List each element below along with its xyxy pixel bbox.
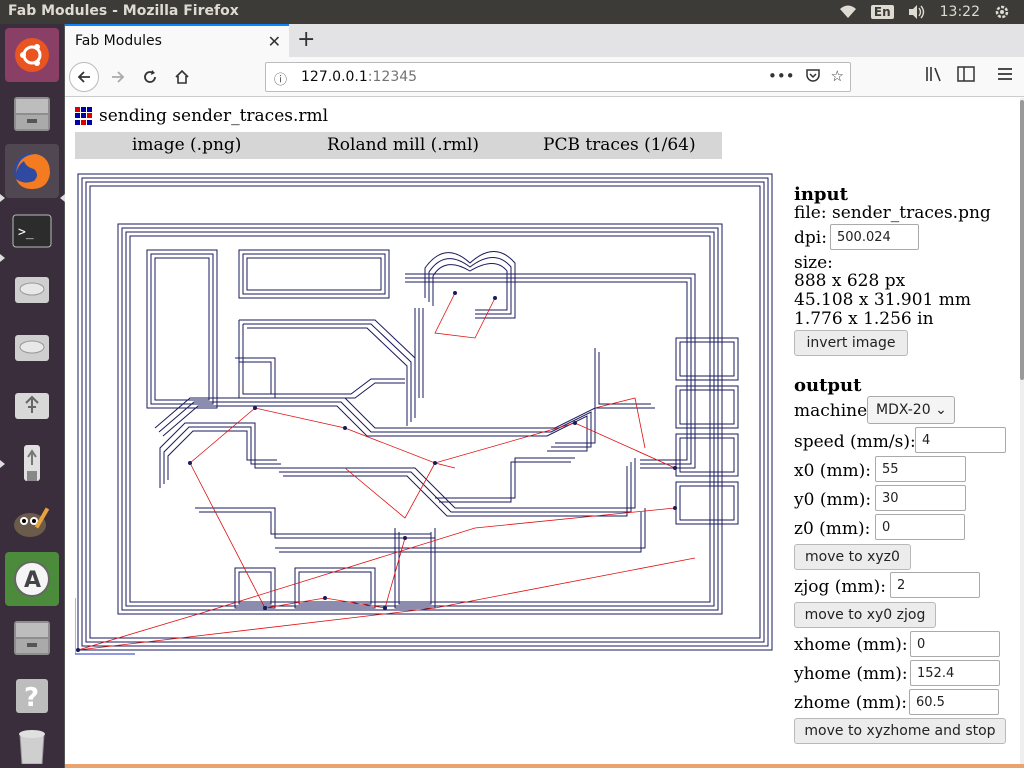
fab-logo-icon [75, 107, 93, 125]
size-px: 888 x 628 px [794, 271, 906, 291]
svg-text:A: A [24, 568, 41, 593]
bookmark-star-icon[interactable]: ☆ [831, 67, 844, 87]
url-text: 127.0.0.1:12345 [301, 69, 417, 85]
help-icon[interactable]: ? [5, 668, 59, 722]
tab-close-icon[interactable]: ✕ [268, 32, 281, 51]
site-info-icon[interactable]: ⓘ [274, 69, 287, 88]
move-to-xyzhome-button[interactable]: move to xyzhome and stop [794, 718, 1006, 744]
toolpath-preview [75, 173, 773, 655]
input-heading: input [794, 184, 848, 205]
chevron-down-icon: ⌄ [935, 402, 947, 418]
move-to-xyz0-button[interactable]: move to xyz0 [794, 544, 911, 570]
tab-bar: Fab Modules ✕ + [65, 24, 1024, 57]
sending-text: sending sender_traces.rml [99, 106, 329, 126]
firefox-window: Fab Modules ✕ + ⓘ 127.0.0.1:12345 ••• ☆ [65, 24, 1024, 768]
settings-panel: input file: sender_traces.png dpi: 500.0… [794, 98, 1020, 768]
dpi-input[interactable]: 500.024 [830, 224, 919, 250]
move-to-xy0-zjog-button[interactable]: move to xy0 zjog [794, 602, 936, 628]
clock[interactable]: 13:22 [940, 4, 980, 20]
y0-input[interactable]: 30 [875, 485, 966, 511]
page-scrollbar[interactable] [1020, 98, 1024, 768]
archive-icon[interactable] [5, 610, 59, 664]
machine-label: machine [794, 401, 868, 421]
path-process[interactable]: PCB traces (1/64) [543, 135, 696, 155]
reload-button[interactable] [135, 62, 165, 92]
disk-drive-2-icon[interactable] [5, 320, 59, 374]
page-content: sending sender_traces.rml image (.png) R… [65, 98, 1020, 768]
ubuntu-dash-icon[interactable] [5, 28, 59, 82]
window-title: Fab Modules - Mozilla Firefox [8, 3, 239, 19]
y0-label: y0 (mm): [794, 490, 872, 510]
path-machine[interactable]: Roland mill (.rml) [327, 135, 479, 155]
x0-input[interactable]: 55 [875, 456, 966, 482]
yhome-label: yhome (mm): [794, 664, 908, 684]
url-port: :12345 [367, 69, 418, 85]
pocket-icon[interactable] [805, 67, 821, 87]
invert-image-button[interactable]: invert image [794, 330, 908, 356]
z0-input[interactable]: 0 [875, 514, 965, 540]
path-input-format[interactable]: image (.png) [132, 135, 241, 155]
xhome-label: xhome (mm): [794, 635, 908, 655]
launcher: >_ A ? [0, 24, 65, 768]
new-tab-icon[interactable]: + [297, 27, 315, 52]
svg-text:?: ? [24, 683, 39, 713]
window-bottom-edge [65, 764, 1024, 768]
dpi-label: dpi: [794, 228, 827, 248]
z0-label: z0 (mm): [794, 519, 871, 539]
back-button[interactable] [69, 62, 99, 92]
system-tray: En 13:22 [839, 0, 1024, 24]
home-button[interactable] [167, 62, 197, 92]
machine-select[interactable]: MDX-20 ⌄ [867, 396, 955, 424]
input-file-label: file: sender_traces.png [794, 203, 991, 223]
zjog-input[interactable]: 2 [890, 572, 980, 598]
software-updater-icon[interactable]: A [5, 552, 59, 606]
url-bar[interactable]: ⓘ 127.0.0.1:12345 ••• ☆ [265, 62, 851, 92]
zhome-label: zhome (mm): [794, 693, 907, 713]
tab-label: Fab Modules [75, 33, 162, 49]
speed-label: speed (mm/s): [794, 432, 916, 452]
wifi-icon[interactable] [839, 5, 857, 19]
scrollbar-thumb[interactable] [1020, 100, 1024, 380]
machine-select-value: MDX-20 [876, 402, 931, 418]
power-gear-icon[interactable] [994, 4, 1010, 20]
usb-drive-icon[interactable] [5, 378, 59, 432]
trash-icon[interactable] [5, 726, 59, 766]
files-icon[interactable] [5, 86, 59, 140]
xhome-input[interactable]: 0 [910, 631, 1000, 657]
language-badge: En [870, 5, 894, 19]
firefox-icon[interactable] [5, 144, 59, 198]
speed-input[interactable]: 4 [915, 427, 1006, 453]
terminal-icon[interactable]: >_ [5, 204, 59, 258]
size-label: size: [794, 253, 833, 273]
tab-fab-modules[interactable]: Fab Modules ✕ [65, 24, 289, 57]
keyboard-layout-indicator[interactable]: En [870, 5, 894, 19]
size-in: 1.776 x 1.256 in [794, 309, 934, 329]
url-actions: ••• ☆ [768, 67, 844, 87]
usb-stick-icon[interactable] [5, 436, 59, 490]
svg-text:>_: >_ [18, 225, 34, 240]
zhome-input[interactable]: 60.5 [909, 689, 999, 715]
url-host: 127.0.0.1 [301, 69, 368, 85]
page-actions-icon[interactable]: ••• [768, 67, 795, 87]
sending-status: sending sender_traces.rml [75, 106, 328, 126]
library-icon[interactable] [925, 66, 943, 86]
toolpath-traces [77, 173, 773, 651]
top-panel: Fab Modules - Mozilla Firefox En 13:22 [0, 0, 1024, 24]
size-mm: 45.108 x 31.901 mm [794, 290, 972, 310]
nav-bar: ⓘ 127.0.0.1:12345 ••• ☆ [65, 57, 1024, 97]
yhome-input[interactable]: 152.4 [910, 660, 1000, 686]
volume-icon[interactable] [908, 5, 926, 19]
workflow-path-bar: image (.png) Roland mill (.rml) PCB trac… [75, 132, 722, 159]
output-heading: output [794, 375, 862, 396]
sidebar-icon[interactable] [957, 66, 975, 86]
forward-button[interactable] [103, 62, 133, 92]
zjog-label: zjog (mm): [794, 577, 886, 597]
gimp-icon[interactable] [5, 494, 59, 548]
menu-icon[interactable] [997, 66, 1013, 85]
disk-drive-icon[interactable] [5, 262, 59, 316]
x0-label: x0 (mm): [794, 461, 872, 481]
